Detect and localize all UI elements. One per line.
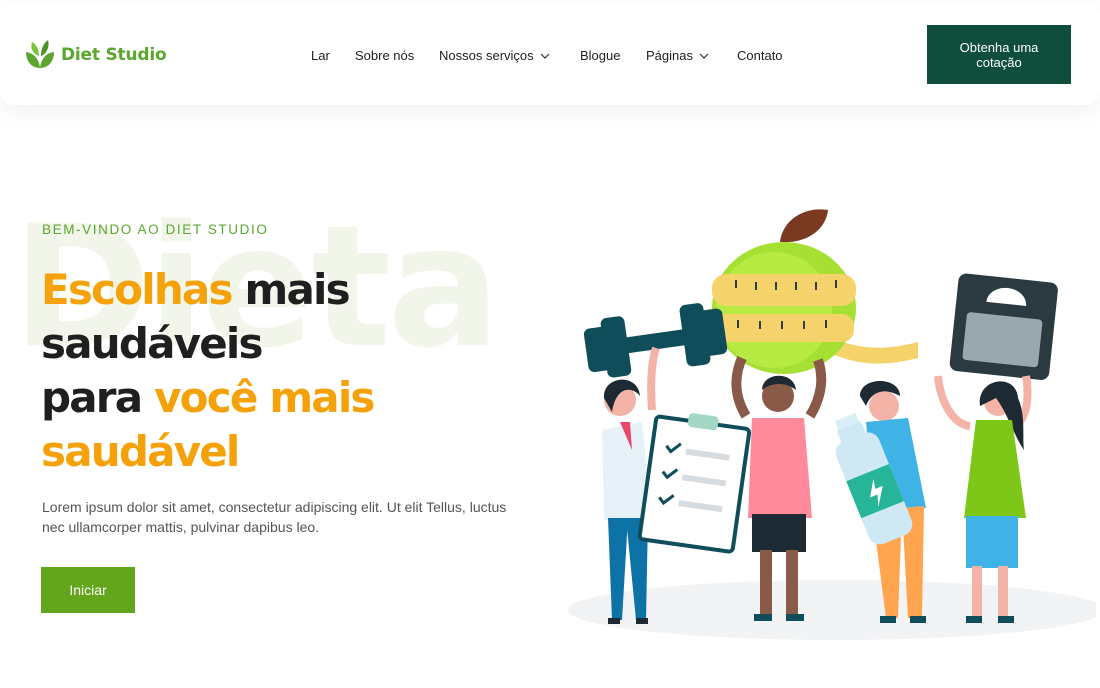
nav-item-contact[interactable]: Contato <box>737 48 783 63</box>
headline-highlight: você mais <box>154 373 375 422</box>
headline-text: para <box>41 373 155 422</box>
nav-item-label: Páginas <box>646 48 693 63</box>
hero-eyebrow: BEM-VINDO AO DIET STUDIO <box>42 222 269 237</box>
start-button-label: Iniciar <box>69 582 107 598</box>
hero-illustration <box>568 209 1096 640</box>
nav-item-label: Nossos serviços <box>439 48 534 63</box>
chevron-down-icon <box>540 53 550 59</box>
ground-shadow <box>568 580 1096 640</box>
nav-item-label: Sobre nós <box>355 48 415 63</box>
scale-icon <box>949 273 1058 380</box>
quote-label-line2: cotação <box>976 54 1022 70</box>
hero-headline: Escolhas mais saudáveis para você mais s… <box>41 263 521 479</box>
chevron-down-icon <box>699 53 709 59</box>
nav-item-pages[interactable]: Páginas <box>646 48 709 63</box>
leaf-logo-icon <box>26 40 54 68</box>
nav-item-label: Lar <box>311 48 330 63</box>
hero-description: Lorem ipsum dolor sit amet, consectetur … <box>42 499 507 535</box>
start-button[interactable]: Iniciar <box>41 567 135 613</box>
nav-item-blog[interactable]: Blogue <box>580 48 620 63</box>
get-quote-button[interactable]: Obtenha uma cotação <box>927 25 1071 84</box>
nav-item-about[interactable]: Sobre nós <box>355 48 414 63</box>
quote-label-line1: Obtenha uma <box>959 39 1039 55</box>
headline-highlight: Escolhas <box>41 265 233 314</box>
brand-logo[interactable]: Diet Studio <box>22 38 167 72</box>
brand-name: Diet Studio <box>61 45 167 65</box>
nav-item-label: Blogue <box>580 48 621 63</box>
nav-item-home[interactable]: Lar <box>311 48 330 63</box>
clipboard-icon <box>637 413 752 554</box>
nav-item-label: Contato <box>737 48 783 63</box>
tape-tail <box>832 340 918 364</box>
headline-text: mais <box>231 265 351 314</box>
apple-icon <box>712 209 856 374</box>
headline-text: saudáveis <box>41 319 264 368</box>
site-header: Diet Studio Lar Sobre nós Nossos serviço… <box>0 2 1100 105</box>
headline-highlight: saudável <box>41 427 240 476</box>
nav-item-services[interactable]: Nossos serviços <box>439 48 550 63</box>
